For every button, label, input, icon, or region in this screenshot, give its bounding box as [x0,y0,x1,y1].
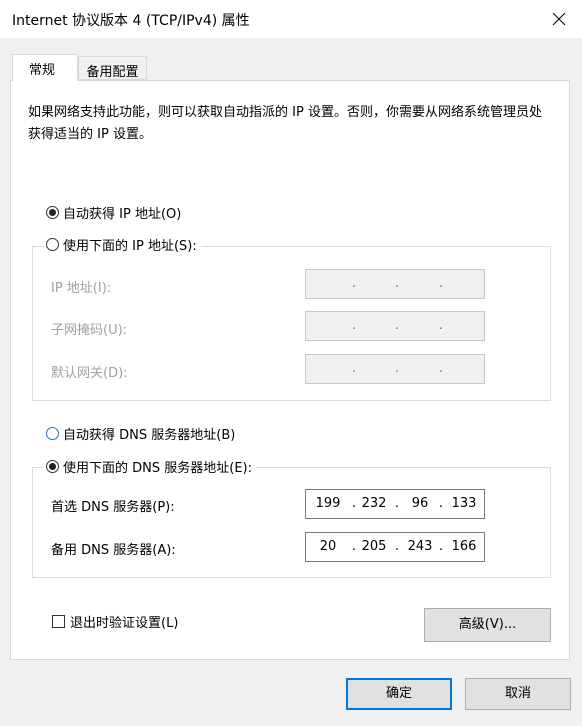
validate-on-exit-option[interactable]: 退出时验证设置(L) [52,612,178,631]
subnet-mask-label: 子网掩码(U): [51,323,128,338]
description-text: 如果网络支持此功能，则可以获取自动指派的 IP 设置。否则，你需要从网络系统管理… [28,105,542,142]
ip-manual-option[interactable]: 使用下面的 IP 地址(S): [44,235,201,254]
octet-separator: . [351,318,357,333]
octet-separator: . [394,361,400,376]
advanced-button[interactable]: 高级(V)... [424,608,551,642]
octet: 20 [319,539,337,554]
octet-separator: . [438,318,444,333]
dns-manual-option[interactable]: 使用下面的 DNS 服务器地址(E): [44,457,256,476]
tab-alternate-config[interactable]: 备用配置 [78,56,147,80]
default-gateway-label: 默认网关(D): [51,366,128,381]
tab-general-label: 常规 [28,63,55,78]
validate-on-exit-label: 退出时验证设置(L) [70,616,179,631]
ip-manual-label: 使用下面的 IP 地址(S): [63,239,197,254]
octet: 232 [361,496,387,511]
octet: 205 [361,539,387,554]
octet-separator: . [394,318,400,333]
dns-auto-label: 自动获得 DNS 服务器地址(B) [63,428,236,443]
tab-general[interactable]: 常规 [12,54,78,81]
dns-manual-label: 使用下面的 DNS 服务器地址(E): [63,461,252,476]
octet-separator: . [394,496,400,511]
octet: 199 [315,496,341,511]
default-gateway-input: . . . [305,354,485,384]
alternate-dns-label: 备用 DNS 服务器(A): [51,543,176,558]
alternate-dns-input[interactable]: 20. 205. 243. 166 [305,532,485,562]
octet-separator: . [438,496,444,511]
octet-separator: . [438,539,444,554]
octet: 166 [451,539,477,554]
close-icon [552,12,566,26]
octet-separator: . [438,361,444,376]
octet: 96 [411,496,429,511]
ip-address-input: . . . [305,269,485,299]
close-button[interactable] [536,0,582,38]
octet-separator: . [394,539,400,554]
ip-manual-radio[interactable] [46,238,59,251]
preferred-dns-input[interactable]: 199. 232. 96. 133 [305,489,485,519]
tab-alternate-config-label: 备用配置 [86,65,139,80]
octet-separator: . [438,276,444,291]
title-bar: Internet 协议版本 4 (TCP/IPv4) 属性 [0,0,582,38]
octet: 133 [451,496,477,511]
ip-auto-label: 自动获得 IP 地址(O) [63,207,182,222]
dns-auto-option[interactable]: 自动获得 DNS 服务器地址(B) [46,424,235,443]
subnet-mask-input: . . . [305,311,485,341]
cancel-button[interactable]: 取消 [465,678,571,710]
dns-auto-radio[interactable] [46,427,59,440]
ip-address-label: IP 地址(I): [51,281,112,296]
octet: 243 [407,539,433,554]
octet-separator: . [351,276,357,291]
validate-on-exit-checkbox[interactable] [52,615,65,628]
octet-separator: . [351,361,357,376]
ip-auto-option[interactable]: 自动获得 IP 地址(O) [46,203,181,222]
preferred-dns-label: 首选 DNS 服务器(P): [51,500,175,515]
dns-manual-radio[interactable] [46,460,59,473]
window-title: Internet 协议版本 4 (TCP/IPv4) 属性 [12,13,250,29]
octet-separator: . [394,276,400,291]
ip-auto-radio[interactable] [46,206,59,219]
ok-button[interactable]: 确定 [346,678,452,710]
